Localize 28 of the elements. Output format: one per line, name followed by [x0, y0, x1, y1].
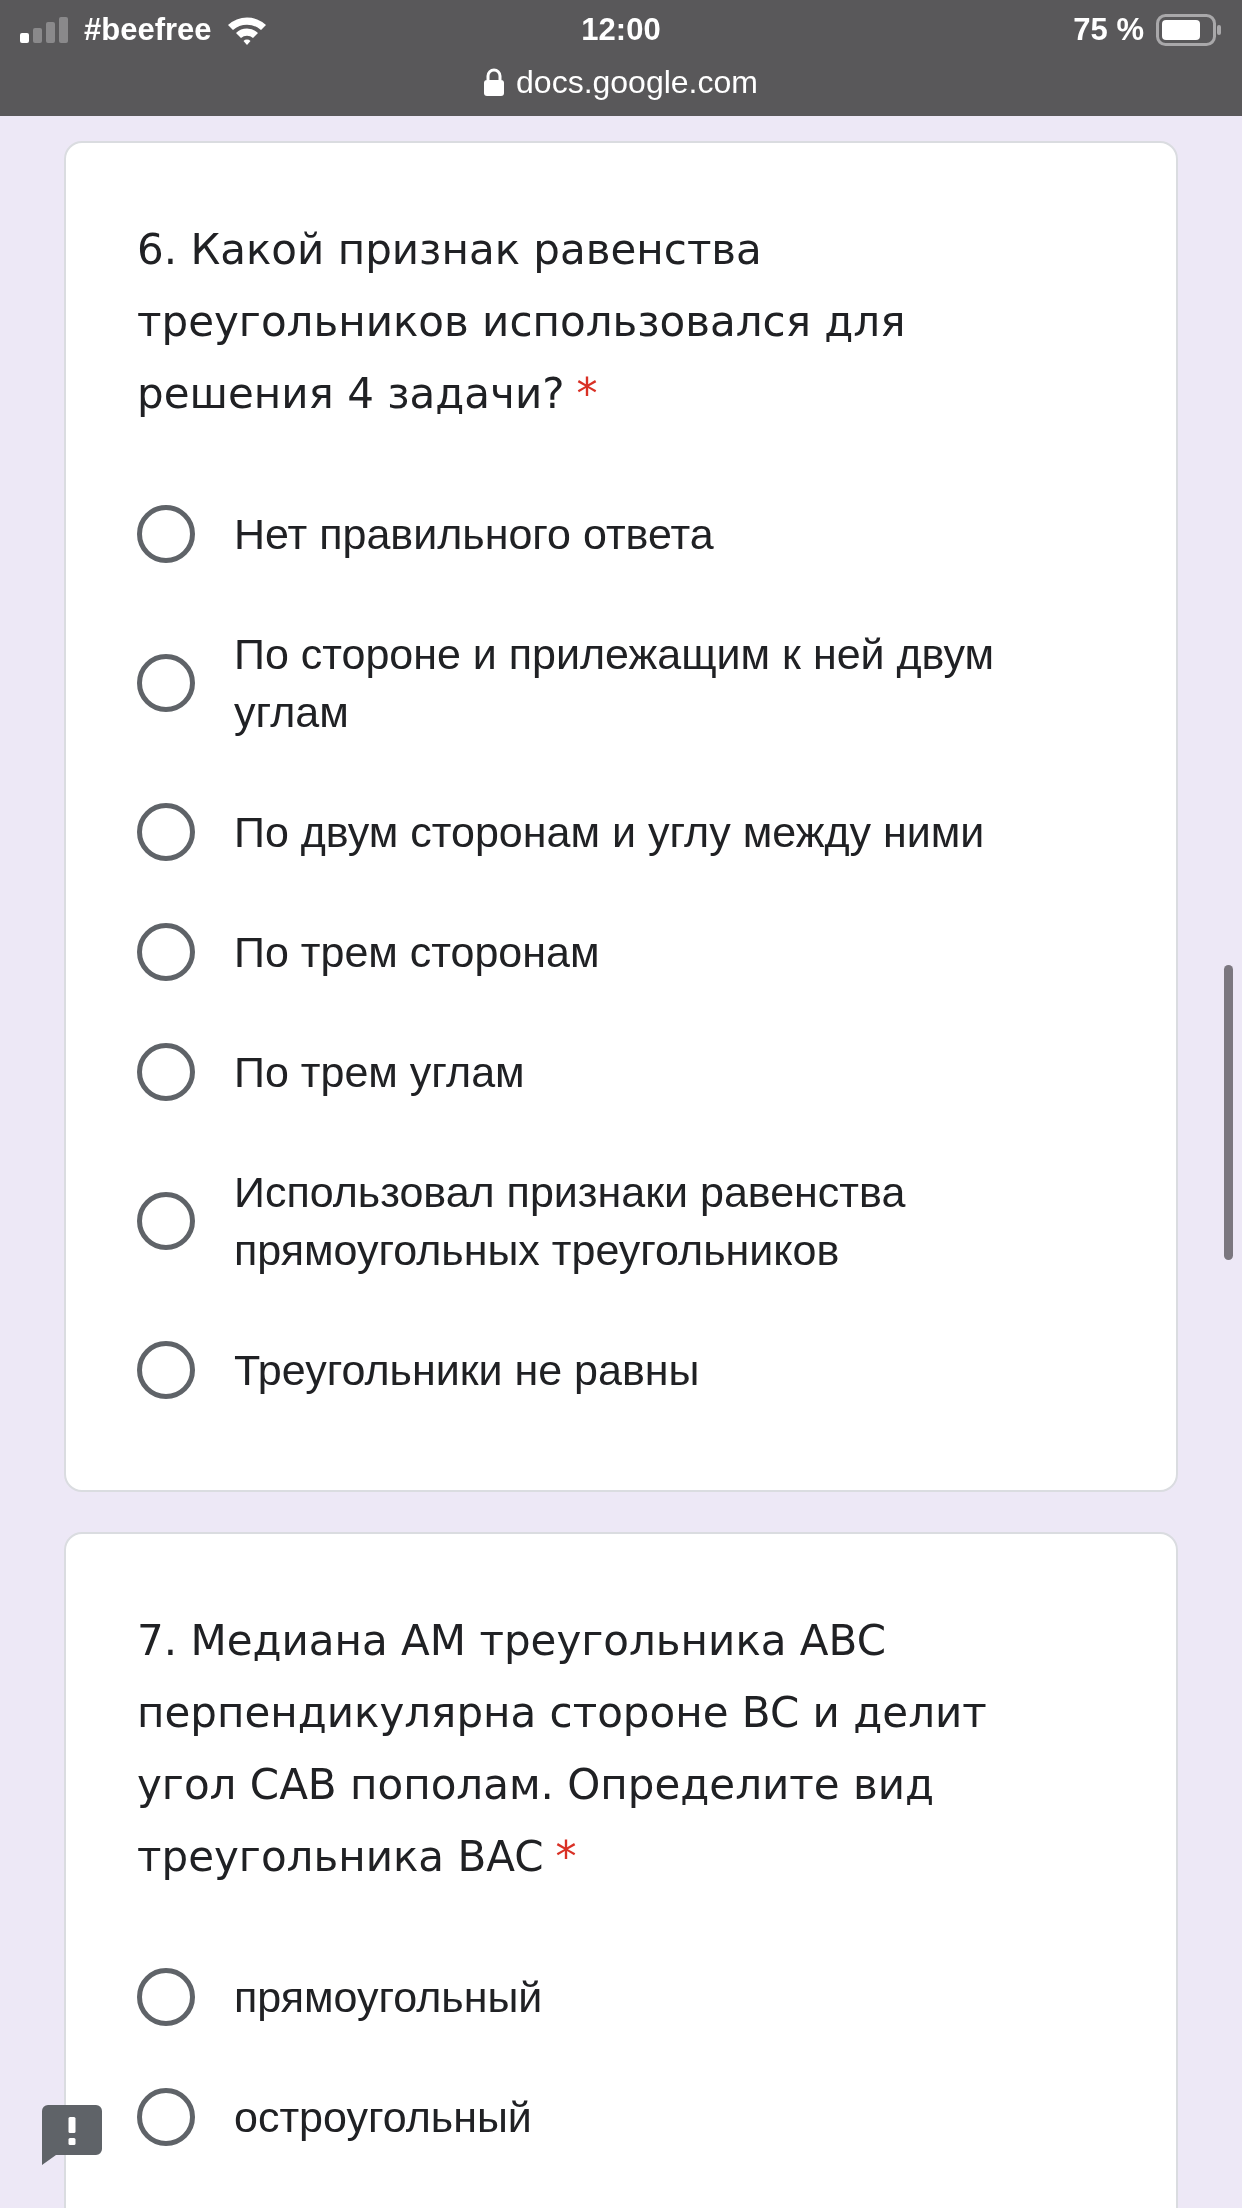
radio-button[interactable]	[137, 923, 195, 981]
radio-button[interactable]	[137, 505, 195, 563]
radio-button[interactable]	[137, 1968, 195, 2026]
battery-percent: 75 %	[1073, 12, 1144, 48]
carrier-name: #beefree	[84, 12, 212, 48]
clock-time: 12:00	[581, 12, 661, 48]
radio-button[interactable]	[137, 2088, 195, 2146]
option-label[interactable]: Нет правильного ответа	[234, 505, 714, 563]
page-url: docs.google.com	[516, 63, 758, 101]
option-label[interactable]: прямоугольный	[234, 1968, 543, 2026]
battery-icon	[1156, 14, 1222, 46]
question-title: 7. Медиана AM треугольника ABC перпендикулярна стороне BC и делит угол CAB пополам. Определите вид треугольника BAC *	[137, 1615, 988, 1883]
option-label[interactable]: По трем сторонам	[234, 923, 600, 981]
radio-button[interactable]	[137, 1043, 195, 1101]
option-label[interactable]: По трем углам	[234, 1043, 525, 1101]
radio-button[interactable]	[137, 654, 195, 712]
radio-button[interactable]	[137, 803, 195, 861]
option-label[interactable]: По двум сторонам и углу между ними	[234, 803, 985, 861]
option-label[interactable]: остроугольный	[234, 2088, 532, 2146]
lock-icon	[484, 68, 505, 96]
question-title: 6. Какой признак равенства треугольников использовался для решения 4 задачи? *	[137, 224, 907, 420]
option-label[interactable]: Использовал признаки равенства прямоугольных треугольников	[234, 1163, 1074, 1279]
option-label[interactable]: По стороне и прилежащим к ней двум углам	[234, 625, 1074, 741]
feedback-icon[interactable]	[42, 2105, 102, 2165]
radio-button[interactable]	[137, 1192, 195, 1250]
option-label[interactable]: Треугольники не равны	[234, 1341, 700, 1399]
radio-button[interactable]	[137, 1341, 195, 1399]
signal-icon	[20, 17, 70, 43]
